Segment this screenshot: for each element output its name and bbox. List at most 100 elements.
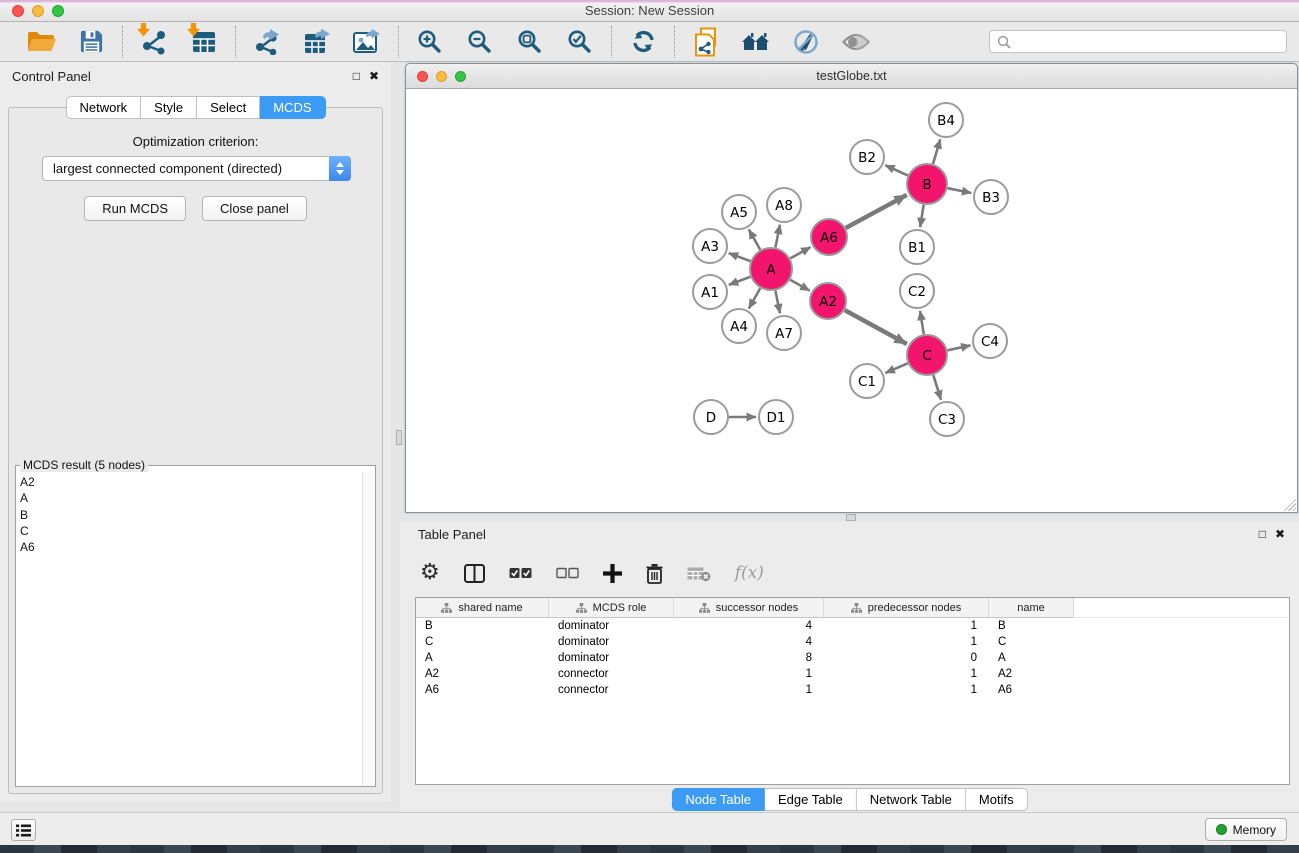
save-session-icon[interactable] (73, 26, 109, 58)
table-cell[interactable]: 0 (824, 652, 989, 664)
deselect-all-checkboxes-icon[interactable] (556, 567, 579, 579)
table-row-a6[interactable]: A6connector11A6 (416, 682, 1289, 698)
horizontal-divider-grip[interactable] (846, 514, 856, 521)
graph-edge-A2-C[interactable] (845, 310, 907, 344)
table-cell[interactable]: A (416, 652, 549, 664)
search-input[interactable] (1016, 35, 1279, 49)
table-row-b[interactable]: Bdominator41B (416, 618, 1289, 634)
network-window-titlebar[interactable]: testGlobe.txt (406, 64, 1297, 89)
graph-edge-A-A6[interactable] (790, 247, 810, 258)
export-image-icon[interactable] (349, 26, 385, 58)
table-cell[interactable]: dominator (549, 620, 674, 632)
hide-graphics-details-icon[interactable] (788, 26, 824, 58)
tab-mcds[interactable]: MCDS (260, 96, 325, 119)
graph-edge-A-A2[interactable] (790, 280, 810, 291)
table-cell[interactable]: A (989, 652, 1074, 664)
column-header-mcds-role[interactable]: MCDS role (549, 598, 674, 618)
table-cell[interactable]: dominator (549, 636, 674, 648)
tab-network[interactable]: Network (65, 96, 141, 119)
show-graphics-details-icon[interactable] (838, 26, 874, 58)
table-cell[interactable]: A6 (989, 684, 1074, 696)
tab-select[interactable]: Select (197, 96, 260, 119)
import-table-icon[interactable] (186, 26, 222, 58)
zoom-out-icon[interactable] (462, 26, 498, 58)
vertical-divider-grip[interactable] (396, 430, 402, 445)
graph-edge-B-B3[interactable] (948, 188, 972, 193)
open-session-icon[interactable] (23, 26, 59, 58)
result-item-a6[interactable]: A6 (16, 539, 362, 555)
table-cell[interactable]: 1 (824, 684, 989, 696)
optimization-criterion-dropdown[interactable]: largest connected component (directed) (42, 156, 351, 181)
table-row-c[interactable]: Cdominator41C (416, 634, 1289, 650)
graph-edge-C-C3[interactable] (933, 375, 941, 400)
result-list-scrollbar[interactable] (362, 472, 375, 786)
table-cell[interactable]: 4 (674, 620, 824, 632)
run-mcds-button[interactable]: Run MCDS (84, 196, 186, 221)
graph-edge-C-C4[interactable] (948, 345, 971, 350)
refresh-view-icon[interactable] (625, 26, 661, 58)
add-column-icon[interactable] (603, 564, 622, 583)
result-item-c[interactable]: C (16, 523, 362, 539)
tab-network-table[interactable]: Network Table (857, 788, 966, 811)
graph-edge-B-B4[interactable] (933, 139, 940, 164)
zoom-network-window-icon[interactable] (455, 71, 466, 82)
graph-edge-A-A3[interactable] (729, 253, 751, 261)
tab-node-table[interactable]: Node Table (671, 788, 765, 811)
table-cell[interactable]: C (416, 636, 549, 648)
import-network-icon[interactable] (136, 26, 172, 58)
table-cell[interactable]: 1 (674, 668, 824, 680)
graph-edge-A-A4[interactable] (749, 288, 760, 308)
zoom-fit-icon[interactable] (512, 26, 548, 58)
select-all-checkboxes-icon[interactable] (509, 567, 532, 579)
graph-edge-A-A8[interactable] (775, 225, 780, 248)
search-box[interactable] (989, 30, 1287, 53)
graph-edge-A-A1[interactable] (729, 277, 751, 285)
result-item-a[interactable]: A (16, 490, 362, 506)
graph-edge-A-A5[interactable] (749, 229, 760, 249)
node-table[interactable]: shared nameMCDS rolesuccessor nodesprede… (415, 597, 1290, 785)
close-network-window-icon[interactable] (417, 71, 428, 82)
new-network-from-selection-icon[interactable] (688, 26, 724, 58)
dropdown-stepper-icon[interactable] (329, 156, 351, 181)
network-canvas[interactable]: B4B2BB3A8A5A6B1A3AC2A1A2A4A7C4CC1C3DD1 (406, 90, 1297, 512)
tab-style[interactable]: Style (141, 96, 197, 119)
graph-edge-B-B1[interactable] (920, 205, 924, 228)
tab-motifs[interactable]: Motifs (966, 788, 1028, 811)
table-row-a[interactable]: Adominator80A (416, 650, 1289, 666)
table-settings-icon[interactable]: ⚙ (420, 562, 440, 584)
graph-edge-A-A7[interactable] (775, 291, 780, 314)
table-cell[interactable]: 1 (824, 668, 989, 680)
column-header-successor-nodes[interactable]: successor nodes (674, 598, 824, 618)
table-cell[interactable]: A2 (416, 668, 549, 680)
float-table-panel-icon[interactable]: □ (1259, 527, 1266, 541)
table-cell[interactable]: connector (549, 684, 674, 696)
graph-edge-C-C2[interactable] (920, 311, 924, 335)
table-cell[interactable]: B (989, 620, 1074, 632)
result-item-a2[interactable]: A2 (16, 474, 362, 490)
table-cell[interactable]: A6 (416, 684, 549, 696)
result-item-b[interactable]: B (16, 507, 362, 523)
float-panel-icon[interactable]: □ (353, 69, 360, 83)
delete-column-icon[interactable] (646, 563, 663, 584)
close-table-panel-icon[interactable]: ✖ (1275, 527, 1285, 541)
first-neighbors-icon[interactable] (738, 26, 774, 58)
zoom-selected-icon[interactable] (562, 26, 598, 58)
graph-edge-B-B2[interactable] (885, 165, 908, 175)
table-cell[interactable]: connector (549, 668, 674, 680)
table-row-a2[interactable]: A2connector11A2 (416, 666, 1289, 682)
task-history-button[interactable] (11, 819, 36, 841)
minimize-network-window-icon[interactable] (436, 71, 447, 82)
column-header-predecessor-nodes[interactable]: predecessor nodes (824, 598, 989, 618)
table-cell[interactable]: dominator (549, 652, 674, 664)
table-cell[interactable]: C (989, 636, 1074, 648)
show-columns-icon[interactable] (464, 564, 485, 583)
export-table-icon[interactable] (299, 26, 335, 58)
close-panel-button[interactable]: Close panel (202, 196, 307, 221)
column-header-name[interactable]: name (989, 598, 1074, 618)
table-cell[interactable]: 1 (824, 620, 989, 632)
graph-edge-A6-B[interactable] (846, 195, 907, 228)
tab-edge-table[interactable]: Edge Table (765, 788, 857, 811)
memory-button[interactable]: Memory (1205, 818, 1287, 841)
table-cell[interactable]: 4 (674, 636, 824, 648)
graph-edge-C-C1[interactable] (885, 363, 907, 373)
